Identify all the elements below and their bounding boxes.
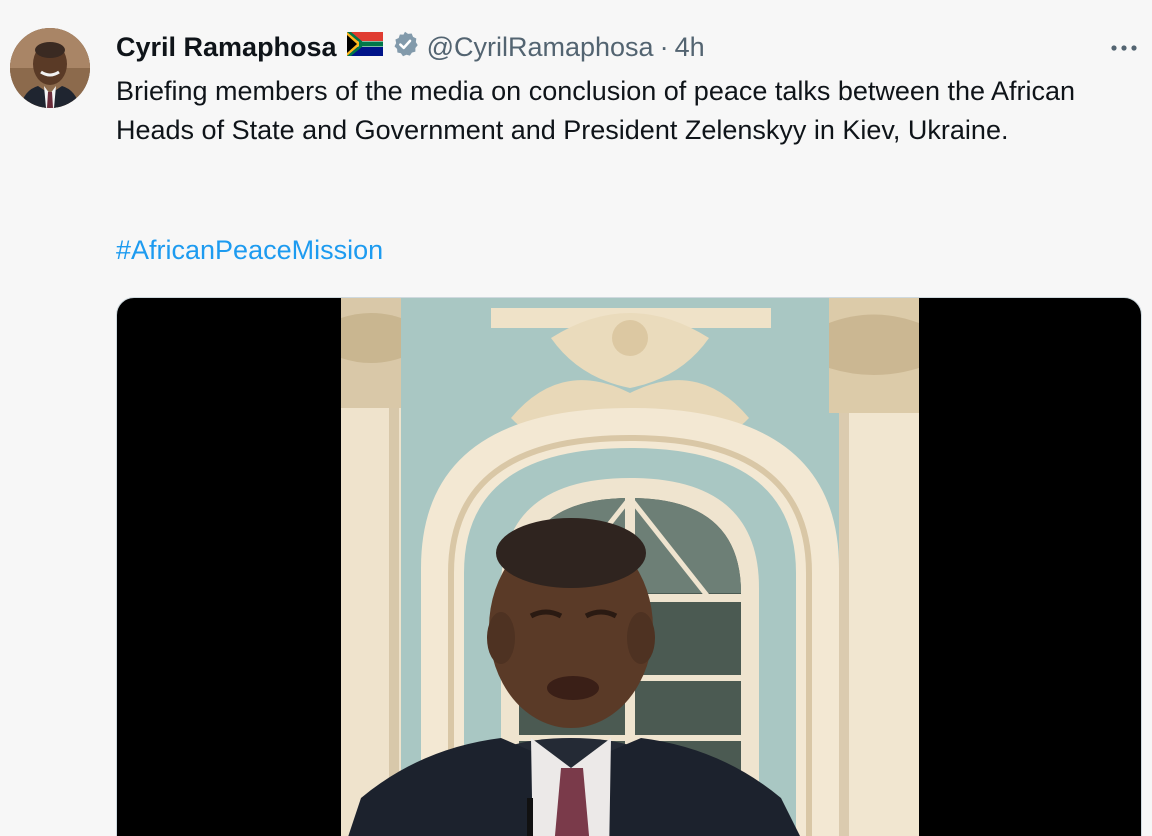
separator-dot: · xyxy=(659,31,669,62)
author-handle[interactable]: @CyrilRamaphosa xyxy=(427,32,654,63)
tweet-text: Briefing members of the media on conclus… xyxy=(116,76,1076,145)
tweet-header: Cyril Ramaphosa @CyrilRamaphosa · 4h xyxy=(116,28,705,66)
timestamp[interactable]: 4h xyxy=(675,32,705,63)
tweet-card[interactable]: Cyril Ramaphosa @CyrilRamaphosa · 4h Bri… xyxy=(0,0,1152,836)
video-thumbnail xyxy=(341,298,919,836)
video-player[interactable] xyxy=(116,297,1142,836)
verified-badge-icon xyxy=(391,30,419,65)
hashtag-link[interactable]: #AfricanPeaceMission xyxy=(116,231,383,270)
author-avatar[interactable] xyxy=(10,28,90,108)
author-name[interactable]: Cyril Ramaphosa xyxy=(116,32,337,63)
south-africa-flag-icon xyxy=(346,31,383,63)
avatar-image xyxy=(10,28,90,108)
more-options-icon[interactable] xyxy=(1106,34,1142,62)
